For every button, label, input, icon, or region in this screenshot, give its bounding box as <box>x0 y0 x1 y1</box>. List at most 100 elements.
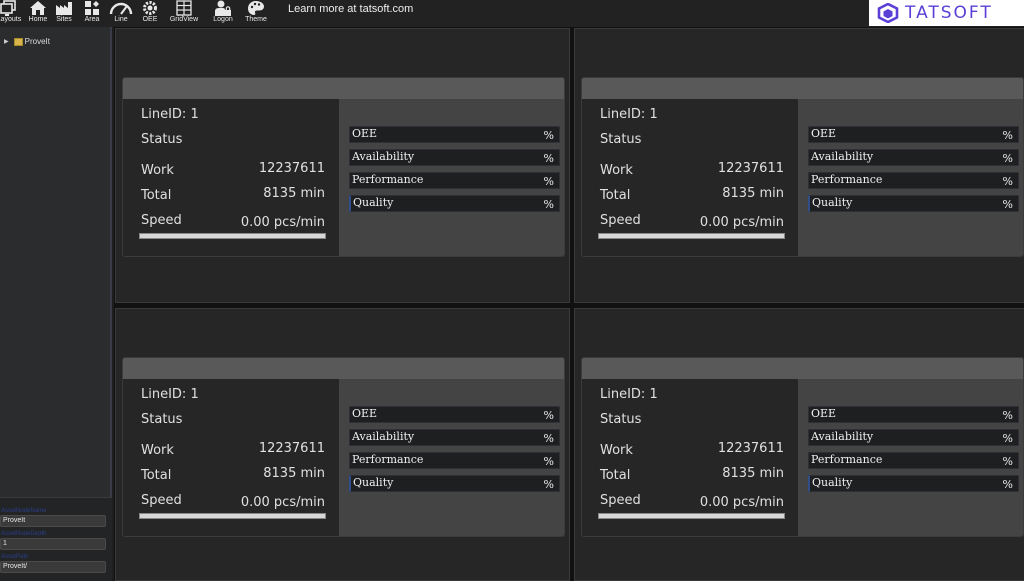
asset-node-name-label: AssetNodeName <box>1 508 47 514</box>
status-label: Status <box>600 132 642 147</box>
total-value: 8135 min <box>263 186 325 201</box>
nav-label: Line <box>114 16 128 23</box>
speed-bar <box>598 513 785 519</box>
kpi-value: % <box>1002 409 1013 422</box>
kpi-label: Performance <box>811 453 883 466</box>
work-label: Work <box>600 443 633 458</box>
work-label: Work <box>141 163 174 178</box>
nav-label: GridView <box>169 16 199 23</box>
kpi-value: % <box>543 129 554 142</box>
card-header <box>582 358 1023 379</box>
line-info-section: LineID: 1 Status Work 12237611 Total 813… <box>582 99 798 256</box>
speed-label: Speed <box>141 213 182 228</box>
kpi-label: Performance <box>352 453 424 466</box>
nav-label: Area <box>84 16 100 23</box>
layouts-icon <box>0 0 16 16</box>
speed-value: 0.00 pcs/min <box>240 495 325 510</box>
home-icon <box>30 1 46 15</box>
kpi-value: % <box>543 198 554 211</box>
kpi-label: Quality <box>353 476 394 489</box>
speed-bar <box>139 513 326 519</box>
grid-view-area: LineID: 1 Status Work 12237611 Total 813… <box>114 27 1024 581</box>
card-header <box>123 358 564 379</box>
factory-icon <box>56 2 72 15</box>
line-card: LineID: 1 Status Work 12237611 Total 813… <box>581 77 1024 257</box>
line-card: LineID: 1 Status Work 12237611 Total 813… <box>581 357 1024 537</box>
speed-label: Speed <box>600 213 641 228</box>
kpi-quality: Quality% <box>808 475 1019 492</box>
asset-properties-panel: AssetNodeName ProveIt AssetNodeDepth 1 A… <box>0 497 112 581</box>
kpi-label: Quality <box>812 476 853 489</box>
asset-path-field[interactable]: ProveIt/ <box>0 561 106 573</box>
total-value: 8135 min <box>263 466 325 481</box>
nav-logon-button[interactable]: Logon <box>212 0 234 27</box>
kpi-value: % <box>1002 478 1013 491</box>
status-label: Status <box>141 412 183 427</box>
tree-item-label: ProveIt <box>24 37 50 46</box>
nav-line-button[interactable]: Line <box>108 0 134 27</box>
asset-tree-sidebar: ▶ ProveIt AssetNodeName ProveIt AssetNod… <box>0 27 112 581</box>
line-id-label: LineID: 1 <box>141 387 199 402</box>
speed-bar <box>598 233 785 239</box>
kpi-availability: Availability% <box>349 149 560 166</box>
expand-arrow-icon[interactable]: ▶ <box>4 38 9 45</box>
oee-kpi-section: OEE% Availability% Performance% Quality% <box>798 99 1023 256</box>
asset-path-label: AssetPath <box>1 554 29 560</box>
work-value: 12237611 <box>258 441 325 456</box>
kpi-value: % <box>1002 198 1013 211</box>
speed-value: 0.00 pcs/min <box>699 495 784 510</box>
tree-item-proveit[interactable]: ▶ ProveIt <box>4 37 50 46</box>
kpi-performance: Performance% <box>349 172 560 189</box>
kpi-value: % <box>1002 175 1013 188</box>
kpi-label: Availability <box>352 430 415 443</box>
work-value: 12237611 <box>717 441 784 456</box>
nav-label: Layouts <box>0 16 22 23</box>
learn-more-link[interactable]: Learn more at tatsoft.com <box>288 3 413 15</box>
kpi-value: % <box>1002 152 1013 165</box>
nav-label: OEE <box>142 16 158 23</box>
kpi-performance: Performance% <box>808 452 1019 469</box>
logo-text: TATSOFT <box>905 3 993 23</box>
oee-kpi-section: OEE% Availability% Performance% Quality% <box>339 379 564 536</box>
kpi-label: Performance <box>811 173 883 186</box>
nav-label: Logon <box>213 16 233 23</box>
asset-node-depth-field[interactable]: 1 <box>0 538 106 550</box>
nav-oee-button[interactable]: OEE <box>141 0 159 27</box>
line-id-label: LineID: 1 <box>141 107 199 122</box>
speed-value: 0.00 pcs/min <box>699 215 784 230</box>
asset-node-name-field[interactable]: ProveIt <box>0 515 106 527</box>
nav-gridview-button[interactable]: GridView <box>169 0 199 27</box>
nav-label: Home <box>28 16 48 23</box>
kpi-performance: Performance% <box>808 172 1019 189</box>
line-info-section: LineID: 1 Status Work 12237611 Total 813… <box>123 99 339 256</box>
total-label: Total <box>600 188 631 203</box>
line-id-label: LineID: 1 <box>600 107 658 122</box>
line-id-label: LineID: 1 <box>600 387 658 402</box>
folder-icon <box>13 37 23 46</box>
nav-label: Sites <box>56 16 72 23</box>
work-value: 12237611 <box>717 161 784 176</box>
kpi-label: Availability <box>811 430 874 443</box>
work-value: 12237611 <box>258 161 325 176</box>
card-header <box>123 78 564 99</box>
line-card: LineID: 1 Status Work 12237611 Total 813… <box>122 357 565 537</box>
gauge-icon <box>109 2 133 15</box>
kpi-label: Quality <box>812 196 853 209</box>
nav-label: Theme <box>245 16 267 23</box>
kpi-availability: Availability% <box>808 429 1019 446</box>
status-label: Status <box>600 412 642 427</box>
nav-area-button[interactable]: Area <box>83 0 101 27</box>
kpi-label: OEE <box>811 407 837 420</box>
oee-kpi-section: OEE% Availability% Performance% Quality% <box>339 99 564 256</box>
kpi-oee: OEE% <box>808 126 1019 143</box>
nav-home-button[interactable]: Home <box>28 0 48 27</box>
asset-node-depth-label: AssetNodeDepth <box>1 531 47 537</box>
kpi-quality: Quality% <box>808 195 1019 212</box>
palette-icon <box>248 1 264 15</box>
total-label: Total <box>141 188 172 203</box>
kpi-value: % <box>1002 432 1013 445</box>
nav-layouts-button[interactable]: Layouts <box>0 0 21 27</box>
nav-sites-button[interactable]: Sites <box>55 0 73 27</box>
line-panel: LineID: 1 Status Work 12237611 Total 813… <box>115 28 570 303</box>
nav-theme-button[interactable]: Theme <box>245 0 267 27</box>
